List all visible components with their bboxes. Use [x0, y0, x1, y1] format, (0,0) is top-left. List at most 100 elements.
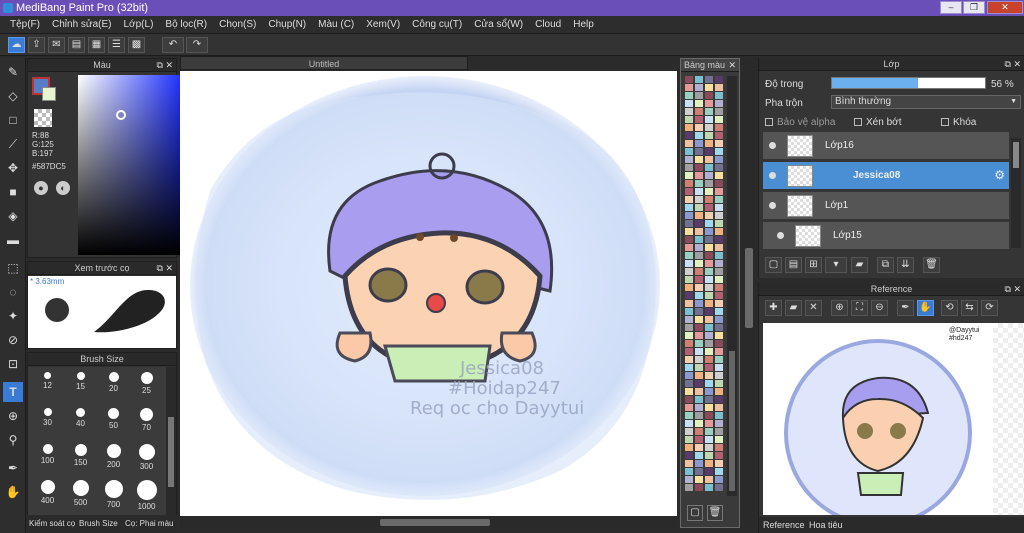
swatch[interactable] [685, 316, 693, 323]
swatch[interactable] [685, 340, 693, 347]
eye-icon[interactable] [777, 232, 784, 239]
swatch[interactable] [695, 380, 703, 387]
swatch[interactable] [705, 388, 713, 395]
brush-size-cell[interactable]: 70 [131, 405, 162, 434]
swatch[interactable] [715, 212, 723, 219]
redo-icon[interactable]: ↷ [186, 37, 208, 53]
swatch[interactable] [695, 316, 703, 323]
swatch[interactable] [715, 268, 723, 275]
swatch[interactable] [685, 260, 693, 267]
swatch[interactable] [695, 172, 703, 179]
panel-controls-icon[interactable]: ⧉ ✕ [1005, 58, 1021, 71]
swatch[interactable] [685, 372, 693, 379]
menu-tools[interactable]: Công cụ(T) [406, 19, 468, 30]
swatch[interactable] [705, 308, 713, 315]
swatch[interactable] [705, 84, 713, 91]
rotate-left-icon[interactable]: ⟲ [941, 300, 958, 316]
swatch[interactable] [715, 124, 723, 131]
merge-layer-icon[interactable]: ⇊ [897, 257, 914, 273]
brush-size-cell[interactable]: 100 [32, 441, 63, 470]
menu-view[interactable]: Xem(V) [360, 19, 406, 30]
swatch-grid[interactable] [685, 76, 725, 496]
brush-size-scrollbar[interactable] [166, 367, 176, 515]
layer-row[interactable]: Lớp16 [763, 132, 1009, 160]
layer-row[interactable]: Jessica08 ⚙ [763, 162, 1009, 190]
select-tool-icon[interactable]: ⬚ [3, 258, 23, 278]
swatch[interactable] [685, 100, 693, 107]
swatch[interactable] [695, 76, 703, 83]
swatch[interactable] [685, 468, 693, 475]
swatch[interactable] [705, 300, 713, 307]
palette-icon[interactable]: ● [34, 181, 48, 195]
swatch[interactable] [695, 332, 703, 339]
swatch[interactable] [705, 180, 713, 187]
swatch[interactable] [695, 212, 703, 219]
eraser-tool-icon[interactable]: ◇ [3, 86, 23, 106]
swatch[interactable] [695, 156, 703, 163]
swatch[interactable] [705, 420, 713, 427]
menu-select[interactable]: Chọn(S) [213, 19, 262, 30]
hand-tool-icon[interactable]: ✋ [3, 482, 23, 502]
swatch[interactable] [705, 316, 713, 323]
new-layer-icon[interactable]: ▢ [765, 257, 782, 273]
new-halftone-layer-icon[interactable]: ▤ [785, 257, 802, 273]
undo-icon[interactable]: ↶ [162, 37, 184, 53]
swatch[interactable] [715, 180, 723, 187]
swatch[interactable] [715, 484, 723, 491]
menu-snap[interactable]: Chụp(N) [262, 19, 312, 30]
swatch[interactable] [685, 124, 693, 131]
swatch[interactable] [695, 228, 703, 235]
document-icon[interactable]: ▦ [88, 37, 105, 53]
swatch[interactable] [715, 156, 723, 163]
swatch[interactable] [705, 132, 713, 139]
swatch[interactable] [715, 380, 723, 387]
swatch[interactable] [695, 324, 703, 331]
swatch[interactable] [715, 164, 723, 171]
swatch[interactable] [705, 204, 713, 211]
swatch[interactable] [685, 420, 693, 427]
swatch[interactable] [695, 396, 703, 403]
swatch[interactable] [685, 268, 693, 275]
swatch[interactable] [695, 412, 703, 419]
swatch[interactable] [715, 420, 723, 427]
swatch[interactable] [685, 436, 693, 443]
brush-size-cell[interactable]: 150 [65, 441, 96, 470]
swatch[interactable] [695, 444, 703, 451]
swatch[interactable] [685, 140, 693, 147]
swatch[interactable] [705, 444, 713, 451]
dot-tool-icon[interactable]: ⟋ [3, 134, 23, 154]
swatch[interactable] [715, 188, 723, 195]
swatch[interactable] [685, 180, 693, 187]
swatch[interactable] [695, 420, 703, 427]
swatch[interactable] [695, 164, 703, 171]
lasso-tool-icon[interactable]: ◌ [3, 282, 23, 302]
reference-image[interactable]: @Dayytui #hd247 [763, 323, 1024, 515]
cloud-icon[interactable]: ☁ [8, 37, 25, 53]
swatch[interactable] [685, 364, 693, 371]
swatch[interactable] [685, 164, 693, 171]
minimize-button[interactable]: ‒ [940, 1, 962, 14]
eye-icon[interactable] [769, 142, 776, 149]
swatch[interactable] [695, 244, 703, 251]
swatch[interactable] [695, 404, 703, 411]
swatch[interactable] [705, 196, 713, 203]
swatch[interactable] [695, 124, 703, 131]
brush-size-cell[interactable]: 500 [65, 477, 96, 507]
menu-color[interactable]: Màu (C) [312, 19, 360, 30]
swatch[interactable] [695, 132, 703, 139]
swatch[interactable] [695, 188, 703, 195]
layer-scrollbar[interactable] [1011, 138, 1021, 248]
tab-brush-fade[interactable]: Cọ: Phai màu [125, 519, 173, 528]
brush-size-cell[interactable]: 30 [32, 405, 63, 434]
swatch[interactable] [715, 372, 723, 379]
select-rect-tool-icon[interactable]: □ [3, 110, 23, 130]
new-swatch-icon[interactable]: ▢ [687, 505, 703, 521]
swatch[interactable] [705, 172, 713, 179]
grid-icon[interactable]: ▩ [128, 37, 145, 53]
swatch[interactable] [705, 148, 713, 155]
swatch[interactable] [685, 308, 693, 315]
swatch[interactable] [705, 412, 713, 419]
swatch[interactable] [715, 236, 723, 243]
menu-cloud[interactable]: Cloud [529, 19, 567, 30]
swatch[interactable] [705, 116, 713, 123]
